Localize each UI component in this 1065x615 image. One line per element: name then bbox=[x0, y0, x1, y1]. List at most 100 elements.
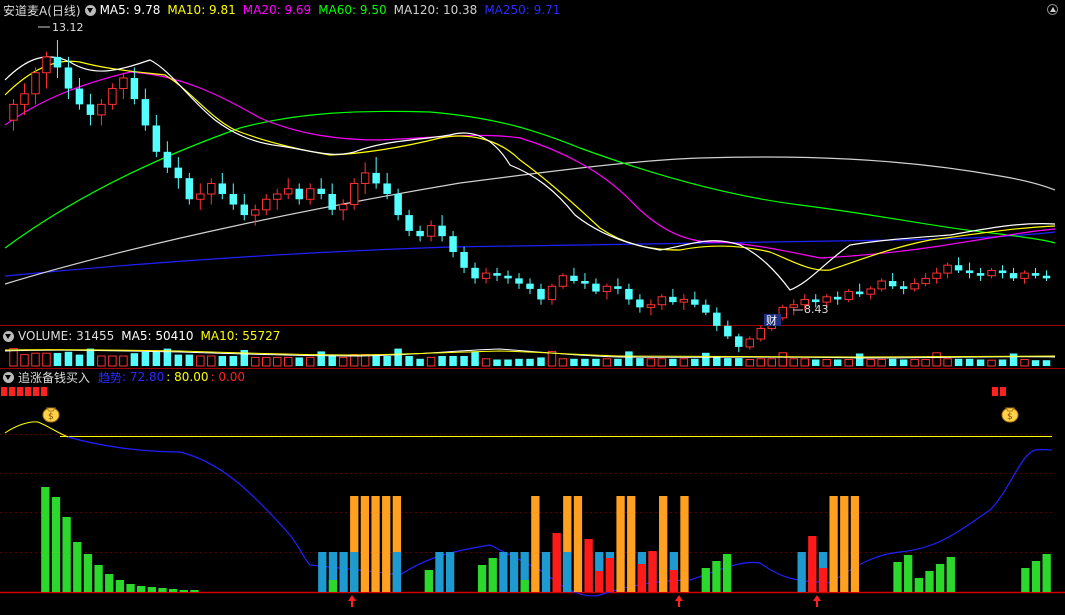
volume-bar bbox=[976, 359, 985, 366]
up-arrow-icon bbox=[675, 595, 683, 607]
volume-bar bbox=[97, 355, 106, 367]
indicator-bar bbox=[509, 552, 519, 592]
volume-bar bbox=[625, 351, 633, 366]
volume-bar bbox=[614, 358, 622, 366]
indicator-bar bbox=[680, 496, 689, 592]
indicator-bar bbox=[392, 552, 402, 592]
triangle-up-icon[interactable] bbox=[1047, 4, 1058, 15]
up-arrow-icon bbox=[813, 595, 821, 607]
signal-square bbox=[1, 387, 7, 396]
candle bbox=[745, 336, 755, 350]
volume-bar bbox=[207, 355, 216, 367]
volume-bar bbox=[800, 358, 809, 367]
volume-bar bbox=[570, 358, 578, 366]
volume-bar bbox=[1031, 360, 1040, 366]
candle bbox=[295, 183, 303, 205]
volume-bar bbox=[273, 356, 282, 367]
volume-bar bbox=[745, 359, 755, 367]
indicator-bar bbox=[105, 574, 114, 592]
volume-bar bbox=[130, 353, 139, 366]
signal-square bbox=[992, 387, 998, 396]
volume-bar bbox=[822, 359, 831, 367]
candle bbox=[547, 283, 557, 305]
indicator-bar bbox=[115, 580, 125, 592]
indicator-bar bbox=[1031, 561, 1041, 592]
indicator-bar bbox=[648, 551, 657, 592]
volume-ma5-label: MA5: 50410 bbox=[121, 329, 194, 343]
up-arrow-icon bbox=[348, 595, 356, 607]
candlestick-series bbox=[9, 40, 1051, 353]
moving-average-lines bbox=[4, 56, 1056, 291]
candle bbox=[108, 83, 117, 110]
volume-bar bbox=[383, 356, 391, 366]
candle bbox=[438, 215, 446, 242]
finance-event-marker[interactable]: 财 bbox=[764, 313, 781, 327]
candle bbox=[855, 283, 864, 297]
candle bbox=[471, 262, 479, 284]
volume-bar bbox=[713, 356, 721, 366]
indicator-bar bbox=[350, 552, 359, 592]
candle bbox=[262, 194, 271, 216]
volume-bar bbox=[405, 356, 413, 366]
chevron-down-icon[interactable] bbox=[3, 330, 14, 342]
ma5-label: MA5: 9.78 bbox=[99, 3, 161, 17]
indicator-bar bbox=[850, 496, 860, 592]
indicator-bar bbox=[946, 557, 955, 592]
ma60-label: MA60: 9.50 bbox=[318, 3, 387, 17]
volume-bar bbox=[141, 351, 150, 366]
candle bbox=[163, 141, 172, 173]
signal-square bbox=[33, 387, 39, 396]
stock-title[interactable]: 安道麦A(日线) bbox=[3, 2, 81, 19]
volume-bar bbox=[602, 358, 612, 367]
volume-bar bbox=[811, 359, 820, 366]
volume-bar bbox=[174, 354, 183, 366]
volume-bar bbox=[581, 358, 589, 366]
volume-bar bbox=[504, 359, 512, 366]
volume-title: VOLUME: 31455 bbox=[18, 329, 115, 343]
candle bbox=[426, 220, 436, 242]
candle bbox=[537, 283, 545, 305]
candle bbox=[9, 99, 18, 131]
volume-bar bbox=[855, 353, 864, 366]
candle bbox=[965, 262, 974, 279]
signal-square bbox=[25, 387, 31, 396]
candle bbox=[515, 273, 523, 289]
volume-bar bbox=[305, 356, 315, 367]
svg-text:$: $ bbox=[1007, 412, 1013, 422]
low-marker: 8.43 bbox=[793, 303, 829, 316]
trend-label: 趋势 bbox=[98, 370, 123, 385]
candle bbox=[449, 230, 457, 258]
indicator-bar bbox=[158, 588, 167, 592]
volume-bar bbox=[108, 355, 117, 367]
indicator-bar bbox=[925, 571, 934, 592]
volume-bar bbox=[526, 358, 534, 366]
chevron-down-icon[interactable] bbox=[3, 371, 14, 383]
indicator-title[interactable]: 追涨备钱买入 bbox=[18, 369, 90, 386]
indicator-bar bbox=[371, 496, 380, 592]
candle bbox=[888, 273, 897, 289]
candle bbox=[691, 291, 699, 308]
candle bbox=[756, 325, 766, 342]
chevron-down-icon[interactable] bbox=[84, 4, 96, 16]
volume-bar bbox=[789, 358, 798, 367]
volume-bar bbox=[888, 358, 897, 366]
trend-value: : 72.80 bbox=[122, 370, 165, 384]
indicator-bar bbox=[797, 552, 806, 592]
volume-bar bbox=[438, 356, 446, 366]
indicator-bar bbox=[51, 497, 61, 592]
indicator-bar bbox=[94, 565, 103, 592]
volume-bar bbox=[1042, 360, 1051, 366]
indicator-bar bbox=[73, 542, 82, 592]
volume-bar bbox=[75, 354, 84, 366]
candle bbox=[20, 83, 29, 115]
volume-bar bbox=[338, 356, 348, 367]
candle bbox=[481, 267, 491, 284]
candle bbox=[558, 273, 568, 289]
volume-bar bbox=[86, 348, 95, 366]
indicator-bar bbox=[1042, 554, 1051, 592]
volume-bar bbox=[185, 354, 194, 366]
volume-bar bbox=[724, 358, 732, 366]
indicator-bar bbox=[83, 554, 93, 592]
volume-ma10-line bbox=[4, 349, 1056, 358]
ma250-label: MA250: 9.71 bbox=[484, 3, 561, 17]
